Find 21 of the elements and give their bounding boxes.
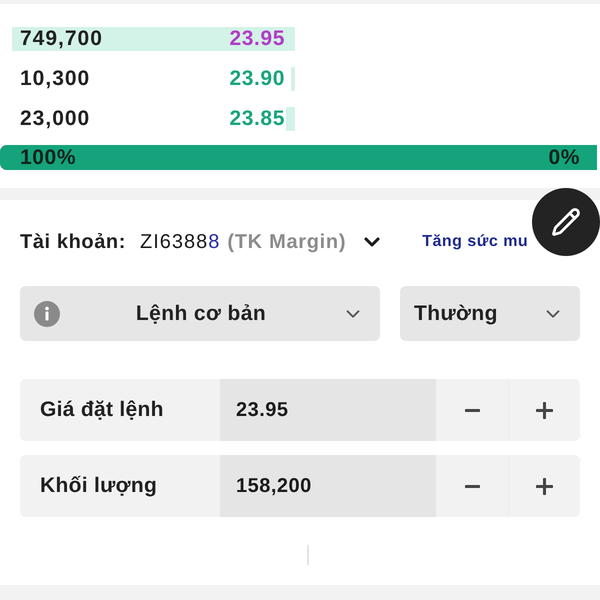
info-icon bbox=[34, 300, 60, 326]
ratio-label: 0% bbox=[548, 146, 580, 170]
account-type: (TK Margin) bbox=[227, 230, 346, 254]
buying-power-link[interactable]: Tăng sức mu bbox=[422, 233, 528, 251]
order-book-row[interactable]: 749,700 23.95 bbox=[12, 27, 295, 51]
minus-icon bbox=[464, 408, 480, 412]
account-label: Tài khoản: bbox=[20, 230, 126, 254]
minus-icon bbox=[464, 484, 480, 488]
account-number: ZI63888 bbox=[140, 230, 220, 254]
input-field[interactable]: 158,200 bbox=[220, 455, 436, 517]
input-label: Khối lượng bbox=[39, 473, 158, 499]
ratio-label: 100% bbox=[20, 146, 76, 170]
input-label: Giá đặt lệnh bbox=[39, 397, 165, 423]
order-mode-dropdown[interactable]: Thường bbox=[400, 286, 580, 341]
order-book-row[interactable]: 23,000 23.85 bbox=[12, 107, 295, 131]
plus-icon bbox=[536, 402, 553, 418]
plus-icon bbox=[536, 478, 553, 494]
pencil-icon bbox=[551, 207, 581, 237]
order-type-dropdown[interactable]: Lệnh cơ bản bbox=[20, 286, 380, 341]
input-field[interactable]: 23.95 bbox=[220, 379, 436, 441]
order-book-row[interactable]: 10,300 23.90 bbox=[12, 67, 295, 91]
